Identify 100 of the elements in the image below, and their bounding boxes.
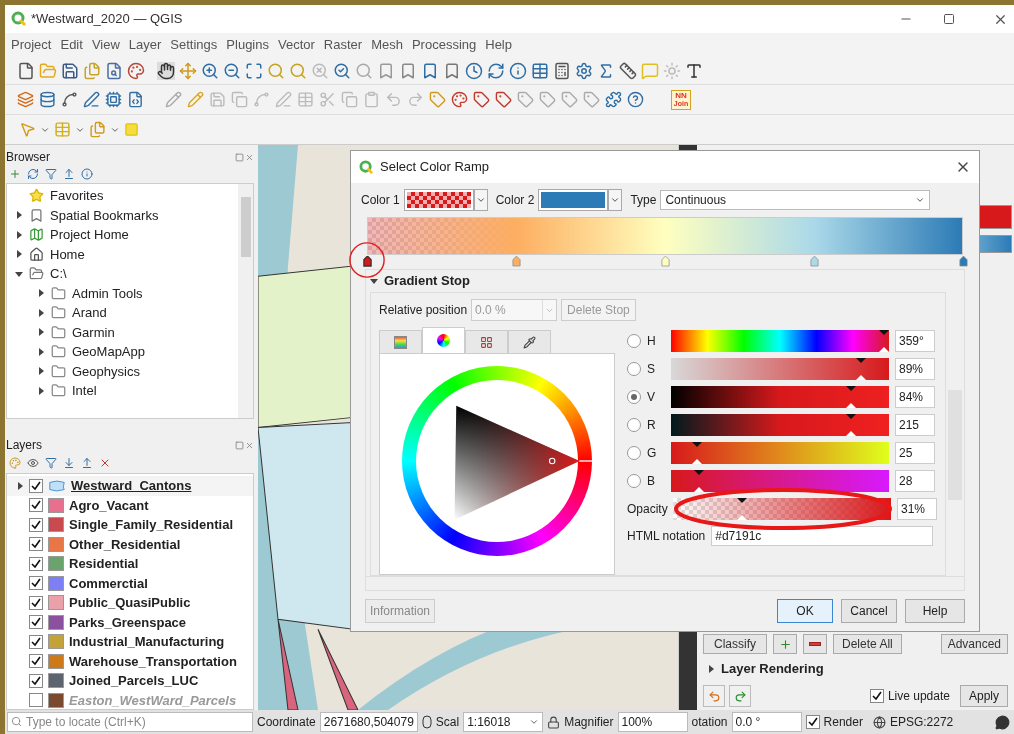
radio-button[interactable]: [627, 390, 641, 404]
vertex-icon[interactable]: [61, 91, 78, 108]
menu-item[interactable]: Project: [11, 35, 52, 55]
settings-icon[interactable]: [575, 61, 593, 80]
pan-hand-icon[interactable]: [157, 61, 175, 80]
section-title[interactable]: Gradient Stop: [384, 271, 470, 291]
menu-item[interactable]: Layer: [128, 35, 162, 55]
checkbox[interactable]: [29, 654, 43, 669]
message-icon[interactable]: [995, 714, 1010, 730]
checkbox[interactable]: [29, 595, 43, 610]
checkbox[interactable]: [29, 576, 43, 591]
menu-item[interactable]: Help: [485, 35, 512, 55]
slider-track[interactable]: [671, 442, 889, 464]
text-icon[interactable]: [685, 61, 703, 80]
checkbox[interactable]: [29, 634, 43, 649]
radio-button[interactable]: [627, 446, 641, 460]
puzzle-icon[interactable]: [605, 91, 622, 108]
remove-class-button[interactable]: [803, 634, 827, 654]
tree-item-label[interactable]: C:\: [50, 264, 67, 284]
layer-name[interactable]: Commerctial: [69, 573, 148, 593]
layer-name[interactable]: Industrial_Manufacturing: [69, 632, 225, 652]
filter-icon[interactable]: [45, 457, 57, 469]
menu-item[interactable]: Plugins: [226, 35, 269, 55]
slider-thumb[interactable]: [845, 414, 856, 436]
clock-icon[interactable]: [465, 61, 483, 80]
redo-button[interactable]: [729, 685, 751, 707]
zoom-out-icon[interactable]: [223, 61, 241, 80]
filter-icon[interactable]: [45, 168, 57, 180]
layer-name[interactable]: Public_QuasiPublic: [69, 593, 191, 613]
add-icon[interactable]: [9, 168, 21, 180]
expand-arrow-icon[interactable]: [37, 328, 45, 337]
gradient-stop-marker[interactable]: [660, 256, 670, 267]
ruler-icon[interactable]: [619, 61, 637, 80]
remove-icon[interactable]: [99, 457, 111, 469]
menu-item[interactable]: View: [91, 35, 120, 55]
collapse-icon[interactable]: [63, 168, 75, 180]
maximize-icon[interactable]: [943, 13, 955, 25]
zoom-in-icon[interactable]: [201, 61, 219, 80]
channel-value[interactable]: 25: [895, 442, 935, 464]
chip-icon[interactable]: [105, 91, 122, 108]
add-class-button[interactable]: [773, 634, 797, 654]
slider-track[interactable]: [673, 498, 891, 520]
locate-field[interactable]: Type to locate (Ctrl+K): [7, 712, 253, 732]
type-dropdown[interactable]: Continuous: [660, 190, 931, 210]
expand-arrow-icon[interactable]: [16, 481, 24, 490]
radio-button[interactable]: [627, 362, 641, 376]
channel-value[interactable]: 215: [895, 414, 935, 436]
slider-track[interactable]: [671, 358, 889, 380]
save-icon[interactable]: [61, 61, 79, 80]
checkbox[interactable]: [29, 517, 43, 532]
channel-value[interactable]: 28: [895, 470, 935, 492]
gradient-stop-marker[interactable]: [958, 256, 968, 267]
menu-item[interactable]: Raster: [323, 35, 363, 55]
collapse-arrow-icon[interactable]: [15, 269, 23, 278]
slider-thumb[interactable]: [693, 470, 704, 492]
collapse-all-icon[interactable]: [81, 457, 93, 469]
expand-arrow-icon[interactable]: [37, 386, 45, 395]
tree-item-label[interactable]: Home: [50, 244, 85, 264]
checkbox[interactable]: [29, 693, 43, 708]
tag-icon[interactable]: [473, 91, 490, 108]
opacity-value[interactable]: 31%: [897, 498, 937, 520]
help-icon[interactable]: [627, 91, 644, 108]
tag-icon[interactable]: [495, 91, 512, 108]
search-icon[interactable]: [333, 61, 351, 80]
slider-thumb[interactable]: [879, 330, 889, 352]
help-button[interactable]: Help: [905, 599, 965, 623]
coordinate-field[interactable]: 2671680,504079: [319, 712, 418, 732]
crs-label[interactable]: EPSG:2272: [889, 713, 954, 731]
expand-arrow-icon[interactable]: [15, 230, 23, 239]
channel-value[interactable]: 89%: [895, 358, 935, 380]
slider-thumb[interactable]: [737, 498, 748, 520]
table-icon[interactable]: [531, 61, 549, 80]
bookmark-icon[interactable]: [421, 61, 439, 80]
tree-item-label[interactable]: Garmin: [72, 322, 115, 342]
layer-name[interactable]: Single_Family_Residential: [69, 515, 233, 535]
bookmark-icon[interactable]: [399, 61, 417, 80]
picker-tab[interactable]: [422, 327, 465, 353]
collapse-arrow-icon[interactable]: [370, 277, 378, 285]
slider-track[interactable]: [671, 386, 889, 408]
expand-arrow-icon[interactable]: [37, 289, 45, 298]
menu-item[interactable]: Processing: [411, 35, 477, 55]
globe-icon[interactable]: [872, 715, 886, 729]
slider-thumb[interactable]: [845, 386, 856, 408]
checkbox[interactable]: [29, 673, 43, 688]
database-icon[interactable]: [39, 91, 56, 108]
picker-tab[interactable]: [379, 330, 422, 353]
expand-arrow-icon[interactable]: [707, 665, 715, 673]
layer-name[interactable]: Joined_Parcels_LUC: [69, 671, 199, 691]
radio-button[interactable]: [627, 334, 641, 348]
tree-item-label[interactable]: Intel: [72, 381, 97, 401]
gradient-stop-marker[interactable]: [511, 256, 521, 267]
file-search-icon[interactable]: [105, 61, 123, 80]
gradient-stop-marker[interactable]: [362, 256, 372, 267]
pen-icon[interactable]: [83, 91, 100, 108]
full-extent-icon[interactable]: [245, 61, 263, 80]
layer-name[interactable]: Parks_Greenspace: [69, 612, 187, 632]
delete-all-button[interactable]: Delete All: [833, 634, 902, 654]
picker-tab[interactable]: [465, 330, 508, 353]
radio-button[interactable]: [627, 418, 641, 432]
radio-button[interactable]: [627, 474, 641, 488]
